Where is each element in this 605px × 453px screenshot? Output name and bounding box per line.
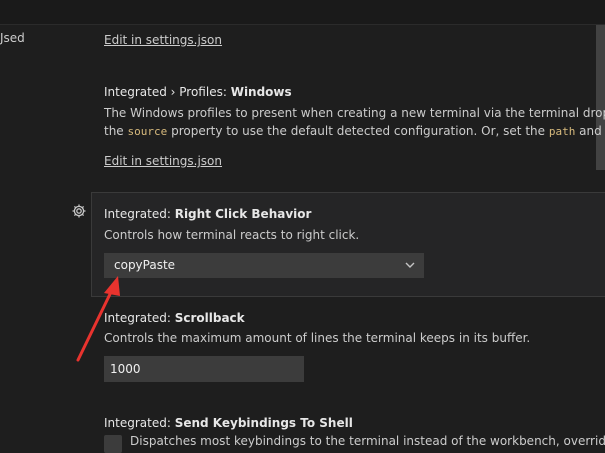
- edit-in-settings-json-link-2[interactable]: Edit in settings.json: [104, 153, 222, 169]
- toc-item-partial[interactable]: Jsed: [0, 30, 25, 46]
- scrollbar-thumb[interactable]: [596, 25, 605, 170]
- send-keybindings-checkbox[interactable]: [104, 435, 122, 453]
- setting-title-right-click-behavior: Integrated: Right Click Behavior: [104, 206, 311, 222]
- desc-text: the: [104, 124, 128, 138]
- right-click-behavior-select[interactable]: copyPaste: [104, 253, 424, 278]
- setting-key: Windows: [230, 85, 292, 99]
- scrollback-input[interactable]: 1000: [104, 356, 304, 382]
- desc-text: and opt: [579, 124, 605, 138]
- setting-title-profiles-windows: Integrated › Profiles: Windows: [104, 84, 292, 100]
- setting-category: Integrated › Profiles:: [104, 85, 231, 99]
- select-value: copyPaste: [114, 258, 176, 272]
- edit-in-settings-json-link[interactable]: Edit in settings.json: [104, 32, 222, 48]
- setting-title-send-keybindings: Integrated: Send Keybindings To Shell: [104, 415, 353, 431]
- setting-description-line2: the source property to use the default d…: [104, 122, 605, 141]
- setting-key: Scrollback: [174, 311, 245, 325]
- setting-title-scrollback: Integrated: Scrollback: [104, 310, 245, 326]
- setting-description: Dispatches most keybindings to the termi…: [130, 434, 605, 448]
- desc-text: property to use the default detected con…: [167, 124, 549, 138]
- setting-key: Right Click Behavior: [174, 207, 312, 221]
- setting-key: Send Keybindings To Shell: [174, 416, 353, 430]
- code-source: source: [127, 125, 168, 138]
- code-path: path: [548, 125, 576, 138]
- setting-category: Integrated:: [104, 311, 175, 325]
- setting-description-line1: The Windows profiles to present when cre…: [104, 106, 605, 120]
- gear-icon[interactable]: [71, 203, 87, 219]
- setting-category: Integrated:: [104, 207, 175, 221]
- editor-tabs-strip: [0, 0, 605, 25]
- chevron-down-icon: [405, 262, 415, 268]
- setting-description: Controls the maximum amount of lines the…: [104, 331, 531, 345]
- setting-category: Integrated:: [104, 416, 175, 430]
- setting-description: Controls how terminal reacts to right cl…: [104, 228, 360, 242]
